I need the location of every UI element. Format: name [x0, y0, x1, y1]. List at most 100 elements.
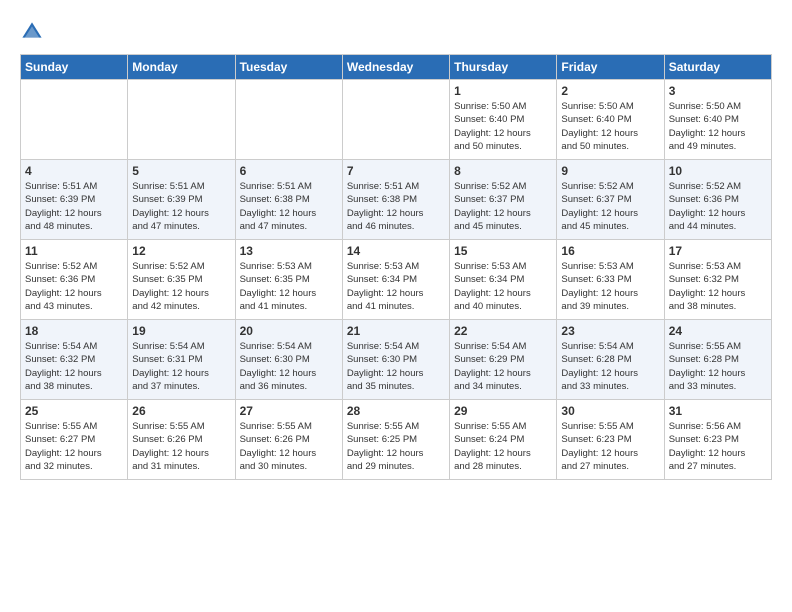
day-number: 5	[132, 164, 230, 178]
day-info: Sunrise: 5:55 AM Sunset: 6:28 PM Dayligh…	[669, 340, 767, 393]
day-number: 18	[25, 324, 123, 338]
day-cell: 14 Sunrise: 5:53 AM Sunset: 6:34 PM Dayli…	[342, 240, 449, 320]
day-number: 7	[347, 164, 445, 178]
day-number: 28	[347, 404, 445, 418]
day-info: Sunrise: 5:50 AM Sunset: 6:40 PM Dayligh…	[454, 100, 552, 153]
day-number: 26	[132, 404, 230, 418]
day-cell: 1 Sunrise: 5:50 AM Sunset: 6:40 PM Daylig…	[450, 80, 557, 160]
day-info: Sunrise: 5:55 AM Sunset: 6:24 PM Dayligh…	[454, 420, 552, 473]
day-cell: 9Sunrise: 5:52 AM Sunset: 6:37 PM Daylig…	[557, 160, 664, 240]
day-info: Sunrise: 5:53 AM Sunset: 6:35 PM Dayligh…	[240, 260, 338, 313]
day-info: Sunrise: 5:54 AM Sunset: 6:32 PM Dayligh…	[25, 340, 123, 393]
day-number: 4	[25, 164, 123, 178]
day-info: Sunrise: 5:51 AM Sunset: 6:38 PM Dayligh…	[347, 180, 445, 233]
day-number: 22	[454, 324, 552, 338]
day-number: 12	[132, 244, 230, 258]
day-cell: 24 Sunrise: 5:55 AM Sunset: 6:28 PM Dayli…	[664, 320, 771, 400]
page-header	[20, 20, 772, 44]
day-number: 2	[561, 84, 659, 98]
day-cell: 30 Sunrise: 5:55 AM Sunset: 6:23 PM Dayli…	[557, 400, 664, 480]
day-number: 31	[669, 404, 767, 418]
day-cell: 10 Sunrise: 5:52 AM Sunset: 6:36 PM Dayli…	[664, 160, 771, 240]
day-info: Sunrise: 5:50 AM Sunset: 6:40 PM Dayligh…	[561, 100, 659, 153]
day-cell	[128, 80, 235, 160]
day-info: Sunrise: 5:55 AM Sunset: 6:23 PM Dayligh…	[561, 420, 659, 473]
day-number: 24	[669, 324, 767, 338]
day-info: Sunrise: 5:55 AM Sunset: 6:26 PM Dayligh…	[132, 420, 230, 473]
day-info: Sunrise: 5:53 AM Sunset: 6:34 PM Dayligh…	[454, 260, 552, 313]
day-info: Sunrise: 5:52 AM Sunset: 6:35 PM Dayligh…	[132, 260, 230, 313]
day-info: Sunrise: 5:54 AM Sunset: 6:31 PM Dayligh…	[132, 340, 230, 393]
day-info: Sunrise: 5:56 AM Sunset: 6:23 PM Dayligh…	[669, 420, 767, 473]
day-cell: 27Sunrise: 5:55 AM Sunset: 6:26 PM Dayli…	[235, 400, 342, 480]
day-info: Sunrise: 5:54 AM Sunset: 6:29 PM Dayligh…	[454, 340, 552, 393]
day-cell: 5 Sunrise: 5:51 AM Sunset: 6:39 PM Daylig…	[128, 160, 235, 240]
col-header-thursday: Thursday	[450, 55, 557, 80]
day-number: 20	[240, 324, 338, 338]
day-number: 21	[347, 324, 445, 338]
col-header-wednesday: Wednesday	[342, 55, 449, 80]
day-cell: 20 Sunrise: 5:54 AM Sunset: 6:30 PM Dayli…	[235, 320, 342, 400]
day-number: 8	[454, 164, 552, 178]
week-row-5: 25Sunrise: 5:55 AM Sunset: 6:27 PM Dayli…	[21, 400, 772, 480]
day-info: Sunrise: 5:53 AM Sunset: 6:34 PM Dayligh…	[347, 260, 445, 313]
day-cell: 13 Sunrise: 5:53 AM Sunset: 6:35 PM Dayli…	[235, 240, 342, 320]
day-number: 23	[561, 324, 659, 338]
day-number: 30	[561, 404, 659, 418]
day-info: Sunrise: 5:54 AM Sunset: 6:30 PM Dayligh…	[347, 340, 445, 393]
day-info: Sunrise: 5:52 AM Sunset: 6:36 PM Dayligh…	[25, 260, 123, 313]
day-info: Sunrise: 5:53 AM Sunset: 6:33 PM Dayligh…	[561, 260, 659, 313]
day-number: 6	[240, 164, 338, 178]
day-number: 19	[132, 324, 230, 338]
day-cell: 23Sunrise: 5:54 AM Sunset: 6:28 PM Dayli…	[557, 320, 664, 400]
day-info: Sunrise: 5:55 AM Sunset: 6:26 PM Dayligh…	[240, 420, 338, 473]
day-cell: 28Sunrise: 5:55 AM Sunset: 6:25 PM Dayli…	[342, 400, 449, 480]
day-number: 14	[347, 244, 445, 258]
day-number: 11	[25, 244, 123, 258]
logo-icon	[20, 20, 44, 44]
day-number: 25	[25, 404, 123, 418]
day-cell: 18 Sunrise: 5:54 AM Sunset: 6:32 PM Dayli…	[21, 320, 128, 400]
day-cell: 26 Sunrise: 5:55 AM Sunset: 6:26 PM Dayli…	[128, 400, 235, 480]
day-cell: 16Sunrise: 5:53 AM Sunset: 6:33 PM Dayli…	[557, 240, 664, 320]
week-row-3: 11 Sunrise: 5:52 AM Sunset: 6:36 PM Dayli…	[21, 240, 772, 320]
day-cell: 11 Sunrise: 5:52 AM Sunset: 6:36 PM Dayli…	[21, 240, 128, 320]
logo	[20, 20, 48, 44]
day-cell: 2 Sunrise: 5:50 AM Sunset: 6:40 PM Daylig…	[557, 80, 664, 160]
day-cell: 21 Sunrise: 5:54 AM Sunset: 6:30 PM Dayli…	[342, 320, 449, 400]
day-info: Sunrise: 5:51 AM Sunset: 6:39 PM Dayligh…	[132, 180, 230, 233]
col-header-friday: Friday	[557, 55, 664, 80]
day-number: 10	[669, 164, 767, 178]
day-number: 13	[240, 244, 338, 258]
day-number: 1	[454, 84, 552, 98]
col-header-tuesday: Tuesday	[235, 55, 342, 80]
day-info: Sunrise: 5:54 AM Sunset: 6:30 PM Dayligh…	[240, 340, 338, 393]
week-row-1: 1 Sunrise: 5:50 AM Sunset: 6:40 PM Daylig…	[21, 80, 772, 160]
day-cell: 15Sunrise: 5:53 AM Sunset: 6:34 PM Dayli…	[450, 240, 557, 320]
day-cell: 31 Sunrise: 5:56 AM Sunset: 6:23 PM Dayli…	[664, 400, 771, 480]
day-cell: 3Sunrise: 5:50 AM Sunset: 6:40 PM Daylig…	[664, 80, 771, 160]
day-cell	[342, 80, 449, 160]
week-row-4: 18 Sunrise: 5:54 AM Sunset: 6:32 PM Dayli…	[21, 320, 772, 400]
day-info: Sunrise: 5:52 AM Sunset: 6:36 PM Dayligh…	[669, 180, 767, 233]
col-header-sunday: Sunday	[21, 55, 128, 80]
day-cell	[21, 80, 128, 160]
day-cell: 6 Sunrise: 5:51 AM Sunset: 6:38 PM Daylig…	[235, 160, 342, 240]
day-cell: 12 Sunrise: 5:52 AM Sunset: 6:35 PM Dayli…	[128, 240, 235, 320]
day-cell: 17 Sunrise: 5:53 AM Sunset: 6:32 PM Dayli…	[664, 240, 771, 320]
day-info: Sunrise: 5:52 AM Sunset: 6:37 PM Dayligh…	[454, 180, 552, 233]
day-info: Sunrise: 5:53 AM Sunset: 6:32 PM Dayligh…	[669, 260, 767, 313]
day-cell: 19 Sunrise: 5:54 AM Sunset: 6:31 PM Dayli…	[128, 320, 235, 400]
day-cell: 4 Sunrise: 5:51 AM Sunset: 6:39 PM Daylig…	[21, 160, 128, 240]
day-number: 17	[669, 244, 767, 258]
day-number: 3	[669, 84, 767, 98]
col-header-monday: Monday	[128, 55, 235, 80]
col-header-saturday: Saturday	[664, 55, 771, 80]
day-cell: 8 Sunrise: 5:52 AM Sunset: 6:37 PM Daylig…	[450, 160, 557, 240]
day-cell: 7 Sunrise: 5:51 AM Sunset: 6:38 PM Daylig…	[342, 160, 449, 240]
day-info: Sunrise: 5:51 AM Sunset: 6:38 PM Dayligh…	[240, 180, 338, 233]
day-number: 29	[454, 404, 552, 418]
week-row-2: 4 Sunrise: 5:51 AM Sunset: 6:39 PM Daylig…	[21, 160, 772, 240]
day-info: Sunrise: 5:52 AM Sunset: 6:37 PM Dayligh…	[561, 180, 659, 233]
day-info: Sunrise: 5:51 AM Sunset: 6:39 PM Dayligh…	[25, 180, 123, 233]
